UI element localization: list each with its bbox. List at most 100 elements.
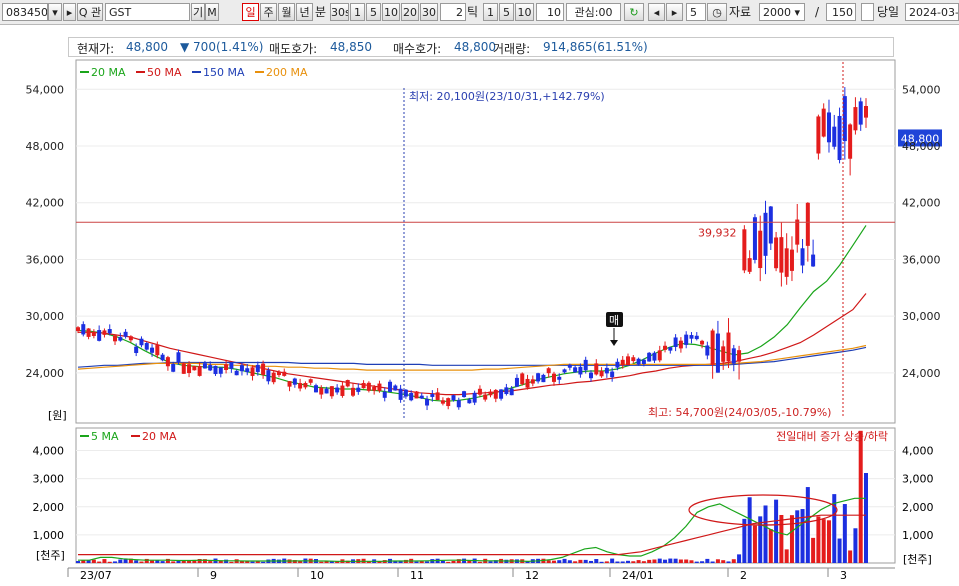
volume-bar bbox=[694, 561, 699, 563]
volume-bar bbox=[414, 561, 419, 563]
candle-body bbox=[848, 124, 853, 159]
volume-bar bbox=[91, 559, 96, 563]
candle-body bbox=[271, 372, 276, 383]
candle-body bbox=[292, 378, 297, 385]
candle-body bbox=[462, 391, 467, 398]
candle-body bbox=[731, 348, 736, 364]
candle-body bbox=[345, 380, 350, 387]
volume-bar bbox=[700, 561, 705, 563]
price-ytick-left: 30,000 bbox=[26, 310, 65, 323]
volume-bar bbox=[160, 561, 165, 563]
candle-body bbox=[864, 106, 868, 118]
candle-body bbox=[546, 368, 551, 374]
candle-body bbox=[160, 354, 165, 361]
volume-bar bbox=[551, 560, 556, 563]
volume-bar bbox=[446, 561, 451, 563]
candle-body bbox=[604, 367, 609, 374]
candle-body bbox=[504, 387, 509, 395]
x-label: 10 bbox=[310, 569, 324, 582]
volume-bar bbox=[784, 549, 789, 563]
volume-bar bbox=[821, 519, 826, 563]
candle-body bbox=[303, 383, 308, 388]
candle-body bbox=[663, 345, 668, 350]
volume-bar bbox=[102, 559, 107, 563]
candle-body bbox=[171, 363, 176, 372]
candle-body bbox=[393, 385, 398, 391]
candle-body bbox=[594, 363, 599, 375]
volume-bar bbox=[615, 561, 620, 563]
low-annotation: 최저: 20,100원(23/10/31,+142.79%) bbox=[409, 90, 605, 103]
candle-body bbox=[816, 116, 821, 154]
volume-bar bbox=[610, 558, 615, 563]
candle-body bbox=[477, 388, 482, 395]
candle-body bbox=[128, 336, 133, 341]
legend-label: 20 MA bbox=[91, 66, 126, 79]
candle-body bbox=[377, 383, 382, 391]
candle-body bbox=[641, 359, 646, 365]
candle-body bbox=[610, 371, 615, 378]
candle-body bbox=[493, 389, 498, 399]
candle-body bbox=[737, 350, 742, 362]
candle-body bbox=[652, 352, 657, 361]
candle-body bbox=[197, 365, 202, 376]
legend-label: 50 MA bbox=[147, 66, 182, 79]
volume-bar bbox=[678, 559, 683, 563]
candle-body bbox=[419, 395, 424, 399]
candle-body bbox=[800, 248, 805, 266]
candle-body bbox=[329, 386, 334, 397]
volume-bar bbox=[721, 560, 726, 563]
volume-bar bbox=[789, 515, 794, 563]
volume-ytick-left: 4,000 bbox=[33, 445, 65, 458]
candle-body bbox=[752, 217, 757, 260]
candle-body bbox=[536, 373, 541, 382]
candle-body bbox=[144, 343, 149, 350]
candle-body bbox=[319, 387, 324, 395]
price-ytick-right: 30,000 bbox=[902, 310, 941, 323]
candle-body bbox=[811, 254, 816, 267]
candle-body bbox=[255, 364, 260, 372]
volume-bar bbox=[255, 561, 260, 563]
volume-bar bbox=[826, 520, 831, 563]
volume-bar bbox=[97, 561, 102, 563]
candle-body bbox=[451, 395, 456, 401]
high-annotation: 최고: 54,700원(24/03/05,-10.79%) bbox=[648, 406, 831, 419]
candle-body bbox=[372, 386, 377, 391]
stock-chart[interactable]: 39,932 20 MA 50 MA 150 MA 200 MA 5 MA 20 MA 전일대… bbox=[0, 0, 959, 586]
candle-body bbox=[229, 362, 234, 369]
candle-body bbox=[398, 388, 403, 400]
candle-body bbox=[181, 363, 186, 374]
candle-body bbox=[557, 376, 562, 380]
volume-bar bbox=[604, 561, 609, 563]
price-unit-label: [원] bbox=[48, 409, 67, 422]
candle-body bbox=[747, 258, 752, 272]
price-ytick-left: 48,000 bbox=[26, 140, 65, 153]
candle-body bbox=[715, 333, 720, 373]
x-label: 11 bbox=[410, 569, 424, 582]
x-label: 24/01 bbox=[622, 569, 654, 582]
candle-body bbox=[647, 352, 652, 362]
candle-body bbox=[689, 335, 694, 339]
candle-body bbox=[81, 324, 86, 335]
price-ytick-right: 48,000 bbox=[902, 140, 941, 153]
volume-bar bbox=[626, 560, 631, 563]
volume-bar bbox=[747, 497, 752, 563]
volume-bar bbox=[134, 560, 139, 563]
candle-body bbox=[758, 230, 763, 269]
volume-bar bbox=[763, 505, 768, 563]
x-label: 12 bbox=[525, 569, 539, 582]
volume-bar bbox=[118, 559, 123, 563]
volume-bar bbox=[737, 554, 742, 563]
volume-ytick-right: 3,000 bbox=[902, 473, 934, 486]
volume-bar bbox=[578, 559, 583, 563]
volume-bar bbox=[425, 561, 430, 563]
volume-bar bbox=[139, 561, 144, 563]
volume-bar bbox=[261, 561, 266, 563]
candle-body bbox=[710, 330, 715, 365]
candle-body bbox=[832, 126, 837, 147]
volume-bar bbox=[620, 561, 625, 563]
candle-body bbox=[261, 363, 266, 375]
volume-bar bbox=[726, 561, 731, 563]
candle-body bbox=[361, 382, 366, 389]
candle-body bbox=[335, 387, 340, 393]
candle-body bbox=[414, 391, 419, 399]
